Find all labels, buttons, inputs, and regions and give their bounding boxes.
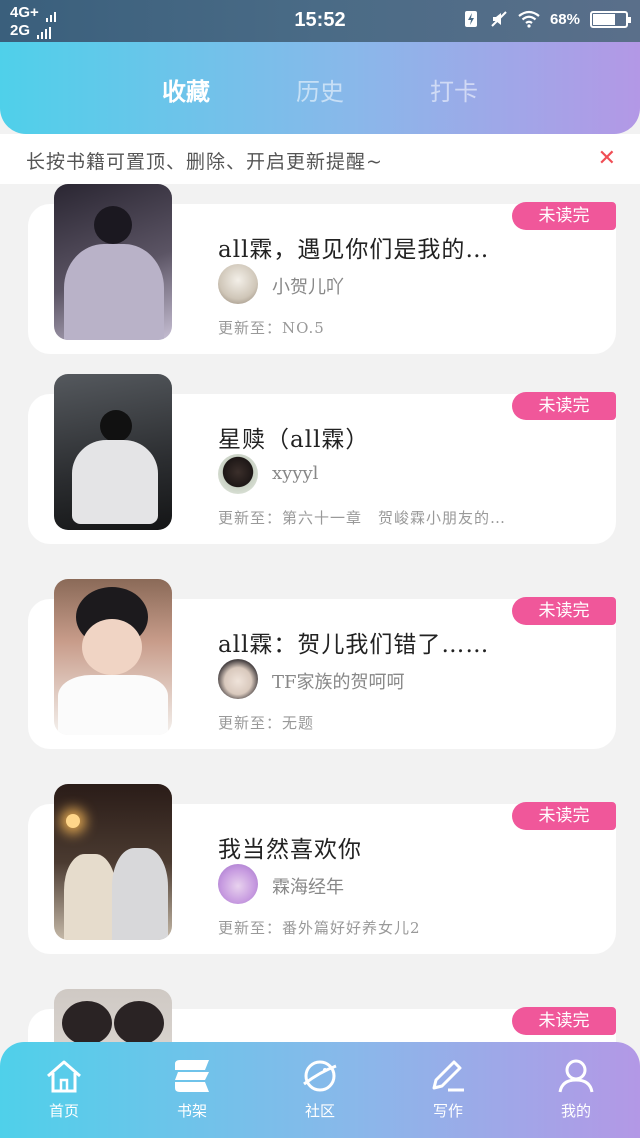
battery-fill [593,13,615,25]
status-bar: 4G+ 2G 15:52 68% [0,0,640,42]
tip-text: 长按书籍可置顶、删除、开启更新提醒~ [26,151,383,173]
pen-icon [432,1060,464,1092]
bottom-nav: 首页 书架 社区 写作 我的 [0,1042,640,1138]
nav-home[interactable]: 首页 [24,1058,104,1121]
author-avatar [218,264,258,304]
book-title[interactable]: all霖：贺儿我们错了…… [218,625,489,659]
book-cover[interactable] [54,579,172,735]
tab-history[interactable]: 历史 [296,72,344,107]
nav-bookshelf-label: 书架 [176,1102,207,1120]
book-card[interactable]: 未读完 all霖，遇见你们是我的… 小贺儿吖 更新至：NO.5 [28,184,616,354]
update-info: 更新至：番外篇好好养女儿2 [218,919,421,937]
book-title[interactable]: 星赎（all霖） [218,420,369,454]
author-name: 小贺儿吖 [272,277,344,298]
battery-percent: 68% [549,10,580,28]
book-card[interactable]: 未读完 all霖：贺儿我们错了…… TF家族的贺呵呵 更新至：无题 [28,579,616,749]
book-card[interactable]: 未读完 [28,989,616,1044]
charging-sim-icon [464,11,477,27]
nav-profile-label: 我的 [560,1102,591,1120]
nav-bookshelf[interactable]: 书架 [152,1058,232,1121]
unread-badge: 未读完 [512,202,616,230]
user-icon [558,1059,594,1093]
book-cover[interactable] [54,784,172,940]
book-title[interactable]: 我当然喜欢你 [218,830,362,864]
nav-home-label: 首页 [48,1102,79,1120]
bookshelf-list[interactable]: 未读完 all霖，遇见你们是我的… 小贺儿吖 更新至：NO.5 未读完 星赎（a… [0,184,640,1044]
bookshelf-icon [175,1060,209,1092]
wifi-icon [518,10,540,28]
nav-community[interactable]: 社区 [280,1058,360,1121]
book-card[interactable]: 未读完 我当然喜欢你 霖海经年 更新至：番外篇好好养女儿2 [28,784,616,954]
update-info: 更新至：无题 [218,714,315,732]
update-info: 更新至：第六十一章 贺峻霖小朋友的… [218,509,507,527]
tab-favorites[interactable]: 收藏 [162,72,210,107]
author-avatar [218,864,258,904]
author-name: 霖海经年 [272,877,344,898]
home-icon [47,1060,81,1093]
book-card[interactable]: 未读完 星赎（all霖） xyyyl 更新至：第六十一章 贺峻霖小朋友的… [28,374,616,544]
author-name: TF家族的贺呵呵 [272,672,405,693]
unread-badge: 未读完 [512,392,616,420]
nav-write-label: 写作 [432,1102,463,1120]
mute-icon [491,11,507,27]
unread-badge: 未读完 [512,597,616,625]
planet-icon [303,1060,337,1092]
status-icons: 68% [462,10,631,28]
unread-badge: 未读完 [512,1007,616,1035]
author-avatar [218,659,258,699]
tab-checkin[interactable]: 打卡 [430,72,478,107]
author-avatar [218,454,258,494]
book-cover[interactable] [54,989,172,1044]
nav-community-label: 社区 [304,1102,335,1120]
battery-icon [590,10,631,28]
book-cover[interactable] [54,184,172,340]
header: 收藏 历史 打卡 [0,42,640,134]
book-title[interactable]: all霖，遇见你们是我的… [218,230,489,264]
close-tip-button[interactable]: ✕ [598,146,616,171]
author-name: xyyyl [272,463,319,484]
nav-profile[interactable]: 我的 [536,1058,616,1121]
update-info: 更新至：NO.5 [218,319,325,337]
book-cover[interactable] [54,374,172,530]
nav-write[interactable]: 写作 [408,1058,488,1121]
unread-badge: 未读完 [512,802,616,830]
tip-bar: 长按书籍可置顶、删除、开启更新提醒~ ✕ [0,134,640,184]
